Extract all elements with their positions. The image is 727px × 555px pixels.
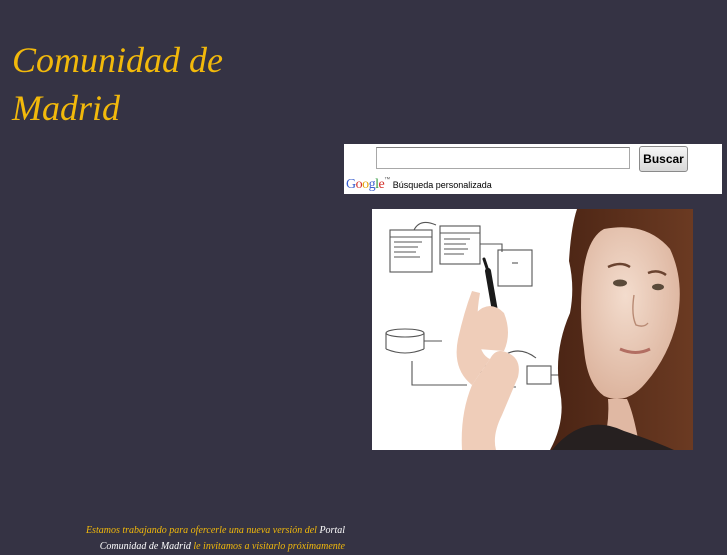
google-custom-search: Buscar Google™ Búsqueda personalizada [344,144,722,194]
site-title: Comunidad de Madrid [12,40,223,128]
footer-text-outro: le invitamos a visitarlo próximamente [190,541,345,552]
google-logo: Google™ [346,177,390,192]
custom-search-label: Búsqueda personalizada [392,180,492,190]
search-input[interactable] [376,147,630,169]
google-branding: Google™ Búsqueda personalizada [346,177,492,193]
search-button[interactable]: Buscar [639,146,688,172]
footer-text-intro: Estamos trabajando para ofercerle una nu… [85,525,320,536]
hero-image [372,209,693,450]
footer-notice: Estamos trabajando para ofercerle una nu… [60,523,345,555]
